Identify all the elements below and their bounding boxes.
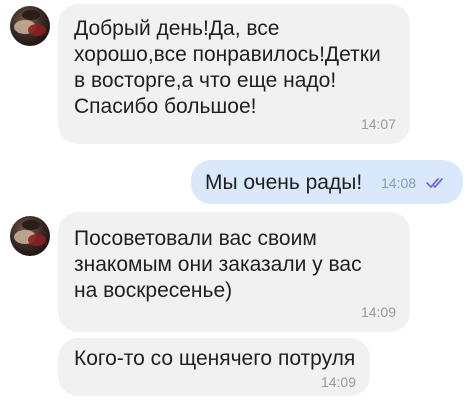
message-text: Мы очень рады! xyxy=(205,171,363,194)
message-text: Посоветовали вас своим знакомым они зака… xyxy=(74,227,362,302)
message-bubble-incoming[interactable]: Кого-то со щенячего потруля 14:09 xyxy=(58,338,370,396)
double-check-icon xyxy=(426,178,443,188)
sender-avatar[interactable] xyxy=(10,216,50,256)
sender-avatar[interactable] xyxy=(10,6,50,46)
message-time: 14:09 xyxy=(320,374,356,390)
message-text: Добрый день!Да, все хорошо,все понравило… xyxy=(74,17,381,118)
message-time: 14:08 xyxy=(381,175,417,191)
message-text: Кого-то со щенячего потруля xyxy=(74,347,356,370)
message-bubble-incoming[interactable]: Добрый день!Да, все хорошо,все понравило… xyxy=(58,4,410,144)
message-time: 14:09 xyxy=(360,304,396,320)
message-bubble-outgoing[interactable]: Мы очень рады! 14:08 xyxy=(191,160,463,204)
message-time: 14:07 xyxy=(360,116,396,132)
message-bubble-incoming[interactable]: Посоветовали вас своим знакомым они зака… xyxy=(58,212,410,332)
